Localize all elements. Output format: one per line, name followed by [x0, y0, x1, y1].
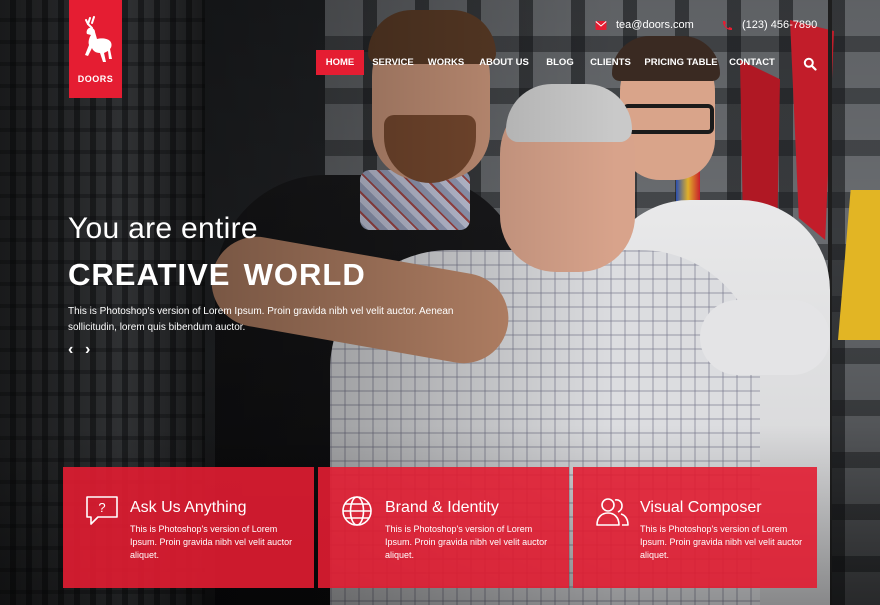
- nav-home[interactable]: HOME: [316, 50, 364, 75]
- feature-card-visual[interactable]: Visual Composer This is Photoshop's vers…: [573, 467, 817, 588]
- deer-icon: [84, 16, 112, 63]
- feature-description: This is Photoshop's version of Lorem Ips…: [385, 524, 548, 560]
- site-logo[interactable]: DOORS: [69, 0, 122, 98]
- contact-phone-text: (123) 456-7890: [742, 19, 818, 31]
- search-icon[interactable]: [803, 57, 817, 71]
- contact-email[interactable]: tea@doors.com: [595, 19, 694, 31]
- contact-phone[interactable]: (123) 456-7890: [721, 19, 817, 31]
- hero-subtitle: You are entire: [68, 212, 258, 245]
- question-chat-icon: ?: [86, 496, 118, 525]
- logo-text: DOORS: [77, 74, 114, 84]
- main-nav: HOME SERVICE WORKS ABOUT US BLOG CLIENTS…: [316, 50, 780, 75]
- slider-prev-icon[interactable]: ‹: [68, 342, 80, 358]
- users-icon: [596, 498, 629, 526]
- feature-title: Brand & Identity: [385, 499, 499, 516]
- nav-pricing-table[interactable]: PRICING TABLE: [638, 50, 724, 75]
- nav-blog[interactable]: BLOG: [537, 50, 583, 75]
- hero-title: creative world: [68, 246, 366, 295]
- nav-about-us[interactable]: ABOUT US: [471, 50, 537, 75]
- nav-clients[interactable]: CLIENTS: [583, 50, 638, 75]
- globe-icon: [342, 496, 372, 526]
- feature-title: Ask Us Anything: [130, 499, 247, 516]
- feature-card-ask[interactable]: ? Ask Us Anything This is Photoshop's ve…: [63, 467, 314, 588]
- nav-works[interactable]: WORKS: [421, 50, 471, 75]
- feature-card-brand[interactable]: Brand & Identity This is Photoshop's ver…: [318, 467, 569, 588]
- slider-next-icon[interactable]: ›: [85, 342, 97, 358]
- nav-service[interactable]: SERVICE: [365, 50, 421, 75]
- phone-icon: [722, 20, 732, 30]
- feature-description: This is Photoshop's version of Lorem Ips…: [130, 524, 293, 560]
- svg-text:?: ?: [98, 500, 105, 515]
- hero-description: This is Photoshop's version of Lorem Ips…: [68, 306, 454, 333]
- slider-controls: ‹ ›: [68, 342, 97, 358]
- contact-email-text: tea@doors.com: [616, 19, 694, 31]
- feature-title: Visual Composer: [640, 499, 762, 516]
- envelope-icon: [595, 20, 607, 30]
- nav-contact[interactable]: CONTACT: [724, 50, 780, 75]
- feature-description: This is Photoshop's version of Lorem Ips…: [640, 524, 803, 560]
